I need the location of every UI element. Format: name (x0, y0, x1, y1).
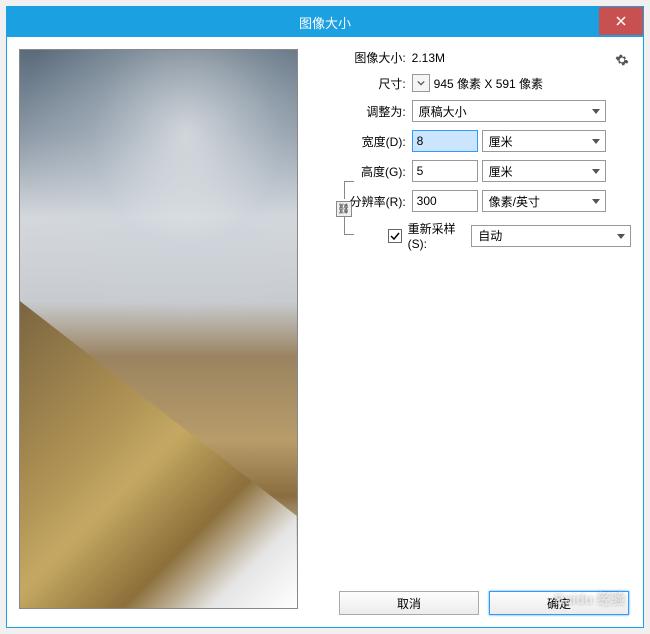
close-button[interactable] (599, 7, 643, 35)
image-size-label: 图像大小: (312, 49, 412, 66)
dimensions-label: 尺寸: (312, 75, 412, 92)
resolution-unit-value: 像素/英寸 (489, 193, 540, 210)
dialog-content: 图像大小: 2.13M 尺寸: 945 像素 X 591 像素 调整为: 原稿大… (7, 37, 643, 627)
width-unit-select[interactable]: 厘米 (482, 130, 606, 152)
fit-to-select[interactable]: 原稿大小 (412, 100, 606, 122)
width-input[interactable] (412, 130, 478, 152)
image-size-dialog: 图像大小 图像大小: 2.13M 尺寸: 945 像素 X 591 像素 (6, 6, 644, 628)
close-icon (616, 16, 626, 26)
ok-button[interactable]: 确定 (489, 591, 629, 615)
resample-value: 自动 (478, 227, 502, 244)
fit-to-label: 调整为: (312, 103, 412, 120)
link-icon[interactable]: ⛓ (336, 201, 352, 217)
fit-to-value: 原稿大小 (419, 103, 467, 120)
settings-menu-button[interactable] (615, 53, 629, 70)
height-input[interactable] (412, 160, 478, 182)
check-icon (390, 231, 400, 241)
titlebar: 图像大小 (7, 7, 643, 37)
width-unit-value: 厘米 (489, 133, 513, 150)
image-preview (19, 49, 298, 609)
resolution-unit-select[interactable]: 像素/英寸 (482, 190, 606, 212)
width-label: 宽度(D): (312, 133, 412, 150)
image-size-value: 2.13M (412, 51, 631, 65)
constrain-proportions: ⛓ (336, 181, 356, 235)
dialog-title: 图像大小 (299, 13, 351, 32)
height-label: 高度(G): (312, 163, 412, 180)
height-unit-select[interactable]: 厘米 (482, 160, 606, 182)
settings-panel: 图像大小: 2.13M 尺寸: 945 像素 X 591 像素 调整为: 原稿大… (298, 49, 631, 615)
resolution-input[interactable] (412, 190, 478, 212)
chevron-down-icon (417, 79, 425, 87)
dimensions-unit-button[interactable] (412, 74, 430, 92)
height-unit-value: 厘米 (489, 163, 513, 180)
resample-select[interactable]: 自动 (471, 225, 631, 247)
gear-icon (615, 53, 629, 67)
dimensions-value: 945 像素 X 591 像素 (434, 75, 543, 92)
resolution-label: 分辨率(R): (312, 193, 412, 210)
resample-checkbox[interactable] (388, 229, 402, 243)
cancel-button[interactable]: 取消 (339, 591, 479, 615)
resample-label: 重新采样(S): (408, 220, 462, 251)
button-bar: 取消 确定 (339, 591, 629, 615)
